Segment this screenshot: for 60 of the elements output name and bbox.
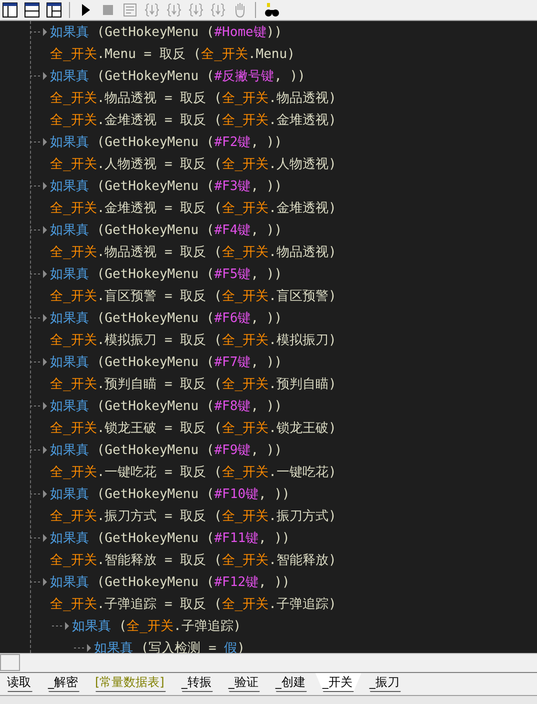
if-statement: 如果真 (GetHokeyMenu (#F3键, )) bbox=[50, 178, 282, 195]
branch-connector-icon bbox=[30, 444, 50, 456]
branch-connector-icon bbox=[52, 620, 72, 632]
assignment-statement: 全_开关.一键吃花 = 取反 (全_开关.一键吃花) bbox=[50, 464, 336, 481]
if-statement: 如果真 (GetHokeyMenu (#F4键, )) bbox=[50, 222, 282, 239]
if-statement: 如果真 (GetHokeyMenu (#F9键, )) bbox=[50, 442, 282, 459]
assignment-statement: 全_开关.人物透视 = 取反 (全_开关.人物透视) bbox=[50, 156, 336, 173]
toolbar-button[interactable] bbox=[44, 0, 63, 20]
branch-connector-icon bbox=[30, 136, 50, 148]
if-statement: 如果真 (GetHokeyMenu (#F5键, )) bbox=[50, 266, 282, 283]
branch-connector-icon bbox=[30, 26, 50, 38]
if-statement: 如果真 (全_开关.子弹追踪) bbox=[72, 618, 242, 635]
if-statement: 如果真 (GetHokeyMenu (#F8键, )) bbox=[50, 398, 282, 415]
brace-arrow-icon bbox=[210, 2, 226, 17]
branch-connector-icon bbox=[30, 488, 50, 500]
brace-arrow-icon bbox=[188, 2, 204, 17]
branch-connector-icon bbox=[30, 312, 50, 324]
assignment-statement: 全_开关.子弹追踪 = 取反 (全_开关.子弹追踪) bbox=[50, 596, 336, 613]
branch-connector-icon bbox=[30, 224, 50, 236]
brace-arrow-icon bbox=[144, 2, 160, 17]
if-statement: 如果真 (GetHokeyMenu (#F12键, )) bbox=[50, 574, 290, 591]
if-statement: 如果真 (GetHokeyMenu (#F11键, )) bbox=[50, 530, 290, 547]
window-layout-icon bbox=[24, 2, 40, 18]
branch-connector-icon bbox=[30, 576, 50, 588]
toolbar-button[interactable] bbox=[0, 0, 19, 20]
scroll-left-button[interactable] bbox=[0, 654, 20, 672]
binoculars-icon bbox=[264, 2, 280, 18]
branch-connector-icon bbox=[30, 400, 50, 412]
play-icon bbox=[80, 4, 90, 16]
window-layout-icon bbox=[2, 2, 18, 18]
document-icon bbox=[122, 2, 136, 17]
assignment-statement: 全_开关.智能释放 = 取反 (全_开关.智能释放) bbox=[50, 552, 336, 569]
assignment-statement: 全_开关.盲区预警 = 取反 (全_开关.盲区预警) bbox=[50, 288, 336, 305]
assignment-statement: 全_开关.振刀方式 = 取反 (全_开关.振刀方式) bbox=[50, 508, 336, 525]
sheet-tab[interactable]: _开关 bbox=[315, 673, 362, 692]
assignment-statement: 全_开关.Menu = 取反 (全_开关.Menu) bbox=[50, 46, 295, 63]
if-statement: 如果真 (GetHokeyMenu (#F6键, )) bbox=[50, 310, 282, 327]
if-statement: 如果真 (GetHokeyMenu (#F7键, )) bbox=[50, 354, 282, 371]
stop-icon bbox=[102, 4, 112, 15]
branch-connector-icon bbox=[30, 180, 50, 192]
assignment-statement: 全_开关.物品透视 = 取反 (全_开关.物品透视) bbox=[50, 90, 336, 107]
assignment-statement: 全_开关.物品透视 = 取反 (全_开关.物品透视) bbox=[50, 244, 336, 261]
assignment-statement: 全_开关.预判自瞄 = 取反 (全_开关.预判自瞄) bbox=[50, 376, 336, 393]
branch-connector-icon bbox=[30, 356, 50, 368]
window-layout-icon bbox=[46, 2, 62, 18]
brace-arrow-icon bbox=[166, 2, 182, 17]
assignment-statement: 全_开关.金堆透视 = 取反 (全_开关.金堆透视) bbox=[50, 200, 336, 217]
assignment-statement: 全_开关.金堆透视 = 取反 (全_开关.金堆透视) bbox=[50, 112, 336, 129]
toolbar-button[interactable] bbox=[22, 0, 41, 20]
assignment-statement: 全_开关.锁龙王破 = 取反 (全_开关.锁龙王破) bbox=[50, 420, 336, 437]
if-statement: 如果真 (GetHokeyMenu (#F2键, )) bbox=[50, 134, 282, 151]
branch-connector-icon bbox=[30, 70, 50, 82]
branch-connector-icon bbox=[30, 268, 50, 280]
if-statement: 如果真 (GetHokeyMenu (#反撇号键, )) bbox=[50, 68, 306, 85]
branch-connector-icon bbox=[30, 532, 50, 544]
branch-connector-icon bbox=[74, 642, 94, 654]
if-statement: 如果真 (GetHokeyMenu (#F10键, )) bbox=[50, 486, 290, 503]
if-statement: 如果真 (GetHokeyMenu (#Home键)) bbox=[50, 24, 282, 41]
toolbar-button[interactable] bbox=[262, 0, 281, 20]
assignment-statement: 全_开关.模拟振刀 = 取反 (全_开关.模拟振刀) bbox=[50, 332, 336, 349]
